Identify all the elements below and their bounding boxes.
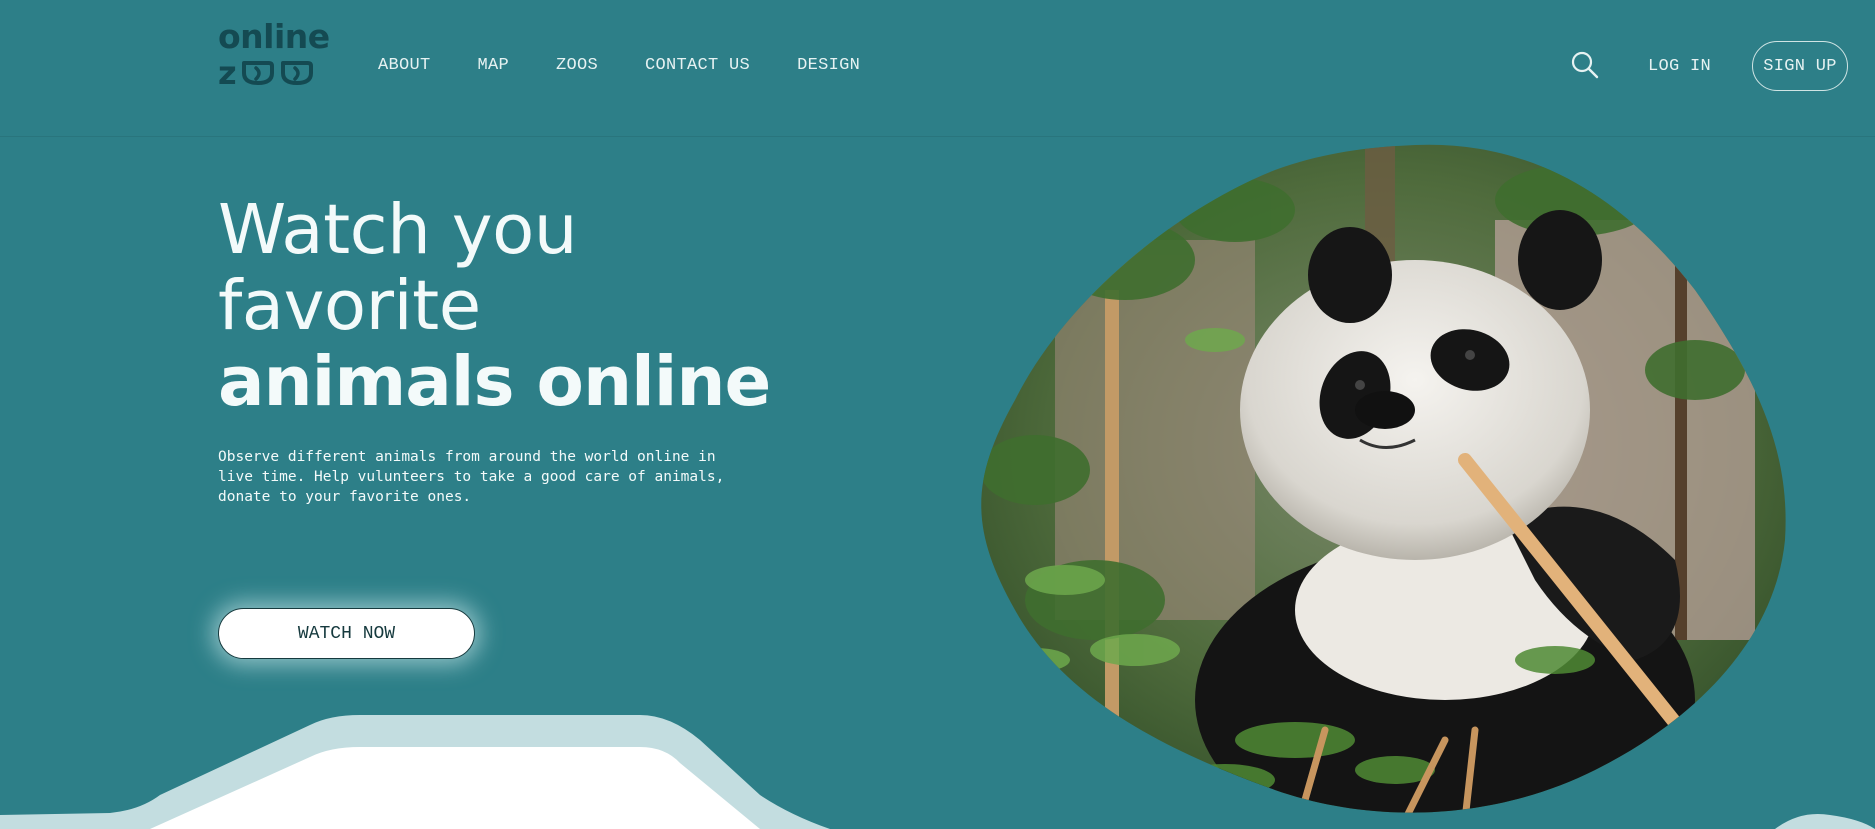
logo[interactable]: online z [218, 17, 330, 102]
main-nav: ABOUT MAP ZOOS CONTACT US DESIGN [378, 56, 860, 75]
logo-word: online [218, 17, 330, 56]
hero-title-line: Watch you [218, 190, 578, 270]
search-icon[interactable] [1570, 50, 1600, 80]
nav-item-design[interactable]: DESIGN [797, 56, 860, 75]
nav-item-zoos[interactable]: ZOOS [556, 56, 598, 75]
logo-eye-icon [280, 60, 319, 86]
hero-title-line-bold: animals online [218, 342, 771, 422]
site-header: online z ABOUT MAP ZOOS CONTACT US DESIG… [0, 0, 1875, 137]
logo-z-letter: z [218, 54, 237, 92]
logo-eye-icon [241, 60, 280, 86]
bottom-wave-decoration [0, 715, 1875, 829]
page: online z ABOUT MAP ZOOS CONTACT US DESIG… [0, 0, 1875, 829]
nav-item-about[interactable]: ABOUT [378, 56, 431, 75]
nav-item-map[interactable]: MAP [478, 56, 510, 75]
nav-item-contact-us[interactable]: CONTACT US [645, 56, 750, 75]
login-link[interactable]: LOG IN [1648, 57, 1711, 76]
hero-description: Observe different animals from around th… [218, 449, 725, 505]
hero-title-line: favorite [218, 266, 481, 346]
signup-button[interactable]: SIGN UP [1752, 41, 1848, 91]
logo-zoo-row: z [218, 56, 328, 90]
watch-now-button[interactable]: WATCH NOW [218, 608, 475, 659]
hero-title: Watch you favorite animals online [218, 192, 778, 420]
